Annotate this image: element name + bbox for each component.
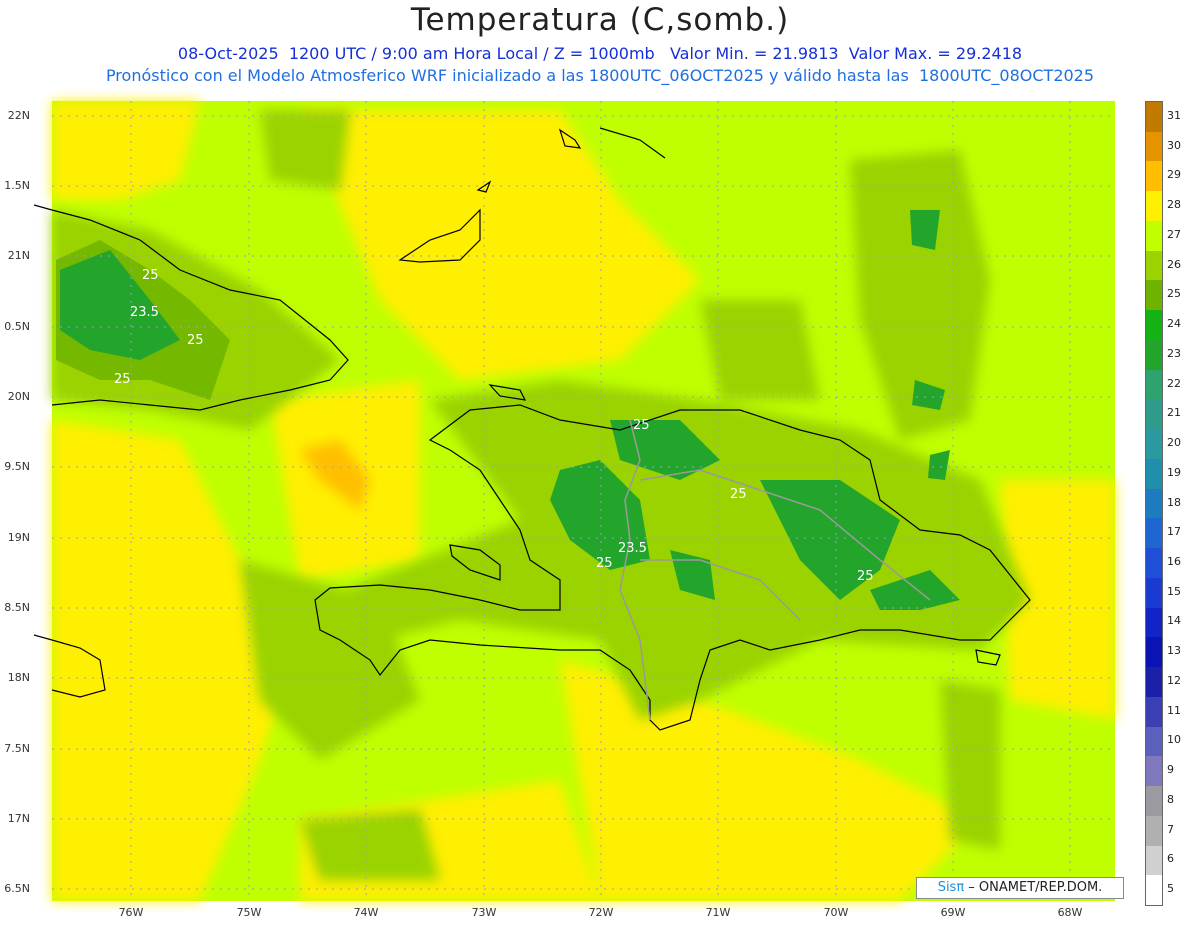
colorbar-swatch [1146,696,1162,728]
colorbar-swatch [1146,667,1162,698]
colorbar-label: 13 [1167,644,1181,658]
lat-label: 1.5N [4,179,30,192]
lat-label: 9.5N [4,460,30,473]
colorbar-swatch [1146,191,1162,222]
lon-label: 73W [471,906,497,919]
forecast-info-line: 08-Oct-2025 1200 UTC / 9:00 am Hora Loca… [177,44,1023,63]
colorbar-label: 21 [1167,406,1181,420]
lat-label: 18N [7,671,30,684]
colorbar-label: 17 [1167,525,1181,539]
colorbar-swatch [1146,875,1162,906]
colorbar-swatch [1146,488,1162,519]
colorbar-label: 27 [1167,227,1181,241]
lon-label: 68W [1057,906,1083,919]
colorbar-label: 28 [1167,198,1181,212]
temperature-map [33,101,1115,901]
colorbar-swatch [1146,429,1162,460]
credit-box: Sisπ – ONAMET/REP.DOM. [916,877,1124,899]
colorbar-label: 25 [1167,287,1181,301]
colorbar-label: 20 [1167,436,1181,450]
contour-label: 25 [142,268,159,283]
colorbar-label: 6 [1167,852,1174,866]
colorbar-swatch [1146,726,1162,757]
colorbar-label: 14 [1167,614,1181,628]
colorbar-label: 7 [1167,822,1174,836]
colorbar-swatch [1146,131,1162,162]
colorbar-label: 15 [1167,584,1181,598]
contour-label: 23.5 [130,305,159,320]
colorbar-label: 31 [1167,108,1181,122]
colorbar-swatch [1146,845,1162,876]
contour-label: 25 [596,556,613,571]
map-title: Temperatura (C,somb.) [410,2,790,38]
lat-label: 20N [7,390,30,403]
colorbar-swatch [1146,786,1162,817]
lat-label: 17N [7,812,30,825]
lat-label: 6.5N [4,882,30,895]
colorbar-swatch [1146,220,1162,252]
lon-label: 76W [118,906,144,919]
contour-label: 25 [114,372,131,387]
model-info-line: Pronóstico con el Modelo Atmosferico WRF… [105,66,1095,85]
contour-label: 25 [187,333,204,348]
contour-label: 25 [857,569,874,584]
lon-label: 74W [353,906,379,919]
colorbar-label: 8 [1167,792,1174,806]
lon-label: 71W [705,906,731,919]
colorbar-label: 19 [1167,465,1181,479]
colorbar-swatch [1146,548,1162,579]
colorbar-label: 29 [1167,168,1181,182]
colorbar-label: 30 [1167,138,1181,152]
lon-label: 72W [588,906,614,919]
colorbar-label: 18 [1167,495,1181,509]
colorbar-swatch [1146,310,1162,341]
colorbar-label: 22 [1167,376,1181,390]
lat-label: 19N [7,531,30,544]
colorbar-label: 12 [1167,673,1181,687]
colorbar-label: 10 [1167,733,1181,747]
colorbar-swatch [1146,756,1162,787]
colorbar-label: 9 [1167,763,1174,777]
lat-label: 22N [7,109,30,122]
colorbar-label: 11 [1167,703,1181,717]
colorbar-swatch [1146,607,1162,638]
colorbar-swatch [1146,518,1162,549]
colorbar-swatch [1146,250,1162,281]
colorbar-swatch [1146,637,1162,668]
lon-label: 70W [823,906,849,919]
lat-label: 21N [7,249,30,262]
colorbar-label: 24 [1167,317,1181,331]
lat-label: 8.5N [4,601,30,614]
lat-label: 7.5N [4,742,30,755]
credit-text: – ONAMET/REP.DOM. [964,880,1103,895]
lon-label: 69W [940,906,966,919]
lat-label: 0.5N [4,320,30,333]
colorbar-swatch [1146,577,1162,609]
credit-brand: Sisπ [937,880,965,895]
contour-label: 25 [730,487,747,502]
colorbar-swatch [1146,161,1162,192]
colorbar-swatch [1146,815,1162,846]
colorbar [1145,101,1163,906]
colorbar-swatch [1146,339,1162,371]
contour-label: 23.5 [618,541,647,556]
colorbar-label: 23 [1167,346,1181,360]
contour-label: 25 [633,418,650,433]
colorbar-swatch [1146,369,1162,400]
colorbar-swatch [1146,102,1162,133]
colorbar-swatch [1146,458,1162,490]
lon-label: 75W [236,906,262,919]
colorbar-label: 5 [1167,882,1174,896]
colorbar-label: 26 [1167,257,1181,271]
colorbar-label: 16 [1167,554,1181,568]
colorbar-swatch [1146,280,1162,311]
colorbar-swatch [1146,399,1162,430]
